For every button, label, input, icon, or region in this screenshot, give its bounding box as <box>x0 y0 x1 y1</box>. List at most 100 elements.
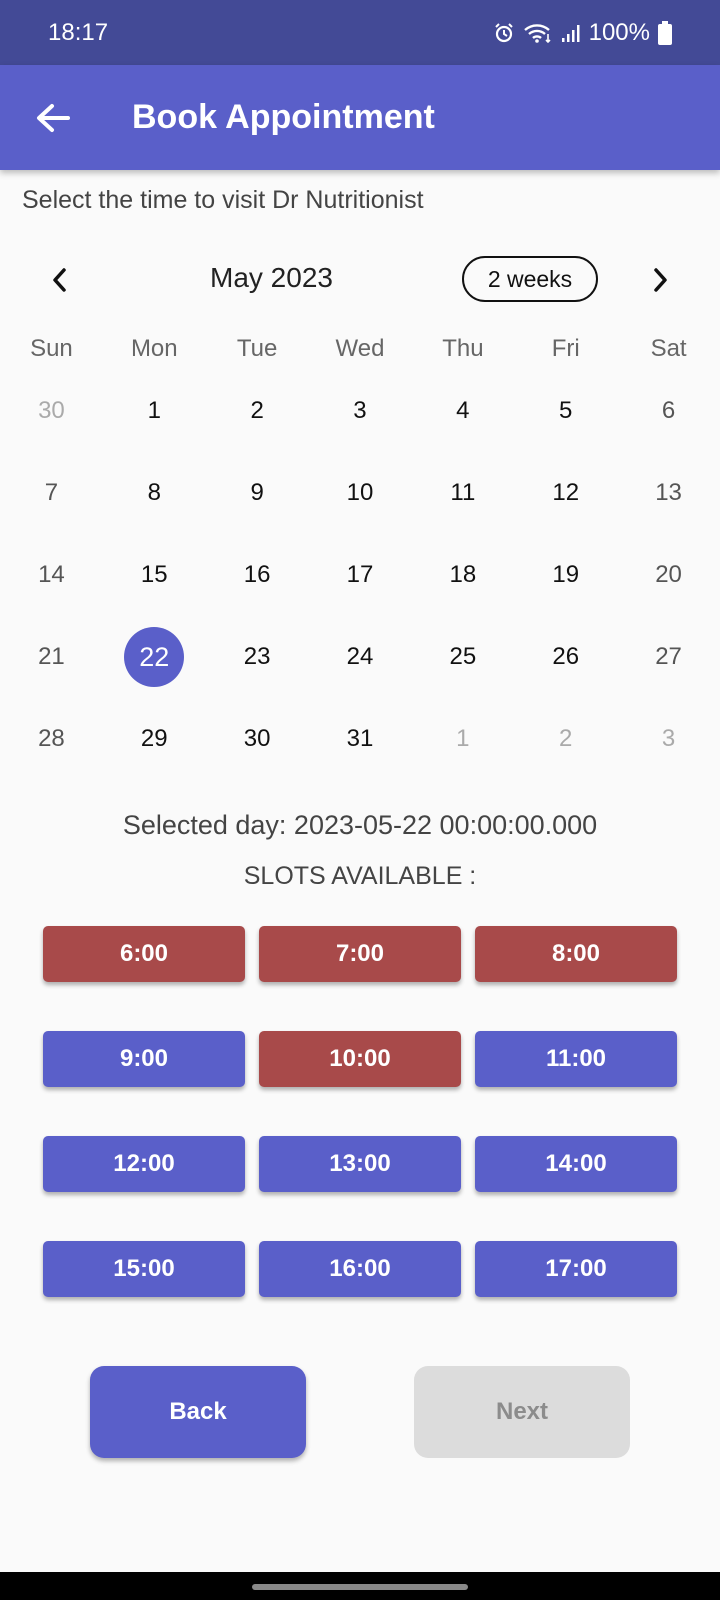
calendar-day[interactable]: 9 <box>206 452 309 534</box>
next-button[interactable]: Next <box>414 1366 630 1458</box>
calendar-day-number: 30 <box>243 725 271 752</box>
calendar-day-number: 21 <box>38 643 65 670</box>
calendar-day[interactable]: 26 <box>514 616 617 698</box>
time-slot-button[interactable]: 6:00 <box>43 926 245 982</box>
weekday-label: Fri <box>551 335 580 362</box>
calendar-day[interactable]: 30 <box>206 698 309 780</box>
selected-day-label: Selected day: 2023-05-22 00:00:00.000 <box>122 810 598 840</box>
time-slot-grid: 6:00 7:00 8:00 9:00 10:00 11:00 12:00 13:00 14:0… <box>43 926 677 1297</box>
calendar-day-number: 22 <box>124 627 185 687</box>
calendar-day-number: 13 <box>655 479 682 506</box>
calendar-day-number: 28 <box>38 725 65 752</box>
calendar-day[interactable]: 10 <box>309 452 412 534</box>
calendar-day[interactable]: 24 <box>309 616 412 698</box>
weekday-label: Tue <box>236 335 278 362</box>
status-bar: 18:17 100% <box>0 0 720 65</box>
calendar-day-number: 7 <box>44 479 59 506</box>
signal-icon <box>561 23 581 43</box>
calendar-day-number: 18 <box>449 561 477 588</box>
calendar-day-number: 29 <box>140 725 168 752</box>
slots-title: SLOTS AVAILABLE : <box>243 862 477 890</box>
calendar-day[interactable]: 15 <box>103 534 206 616</box>
calendar-day-number: 10 <box>346 479 374 506</box>
calendar-day[interactable]: 12 <box>514 452 617 534</box>
calendar-day[interactable]: 25 <box>411 616 514 698</box>
calendar-day[interactable]: 2 <box>206 370 309 452</box>
calendar-day[interactable]: 3 <box>617 698 720 780</box>
time-slot-button[interactable]: 12:00 <box>43 1136 245 1192</box>
weekday-label: Thu <box>442 335 484 362</box>
calendar-day[interactable]: 18 <box>411 534 514 616</box>
calendar-day[interactable]: 7 <box>0 452 103 534</box>
calendar-day[interactable]: 11 <box>411 452 514 534</box>
calendar-day-number: 30 <box>38 397 65 424</box>
subtitle: Select the time to visit Dr Nutritionist <box>22 186 424 214</box>
calendar-day[interactable]: 8 <box>103 452 206 534</box>
calendar-day-number: 12 <box>552 479 580 506</box>
calendar-day[interactable]: 21 <box>0 616 103 698</box>
weekday-label: Sun <box>30 335 73 362</box>
calendar-day[interactable]: 13 <box>617 452 720 534</box>
calendar-day-selected[interactable]: 22 <box>103 616 206 698</box>
time-slot-button[interactable]: 17:00 <box>475 1241 677 1297</box>
calendar-day[interactable]: 31 <box>309 698 412 780</box>
back-button[interactable]: Back <box>90 1366 306 1458</box>
calendar-day-number: 15 <box>140 561 168 588</box>
calendar-day[interactable]: 1 <box>411 698 514 780</box>
calendar-grid: 30 1 2 3 4 5 6 7 8 9 10 11 12 13 14 15 16 17 18 19 20 21 22 23 2… <box>0 370 720 780</box>
back-arrow-icon[interactable] <box>33 98 73 138</box>
calendar-day[interactable]: 19 <box>514 534 617 616</box>
chevron-left-icon[interactable] <box>40 260 80 300</box>
time-slot-button[interactable]: 16:00 <box>259 1241 461 1297</box>
calendar-day[interactable]: 3 <box>309 370 412 452</box>
calendar-day-number: 23 <box>243 643 271 670</box>
calendar-day-number: 31 <box>346 725 374 752</box>
calendar-day-number: 5 <box>559 397 573 424</box>
calendar-day-number: 2 <box>559 725 573 752</box>
calendar-day-number: 20 <box>655 561 682 588</box>
time-slot-button[interactable]: 7:00 <box>259 926 461 982</box>
calendar-day[interactable]: 6 <box>617 370 720 452</box>
time-slot-button[interactable]: 8:00 <box>475 926 677 982</box>
time-slot-button[interactable]: 9:00 <box>43 1031 245 1087</box>
calendar-day[interactable]: 5 <box>514 370 617 452</box>
calendar-day[interactable]: 27 <box>617 616 720 698</box>
system-nav-bar <box>0 1572 720 1600</box>
time-slot-button[interactable]: 15:00 <box>43 1241 245 1297</box>
time-slot-button[interactable]: 10:00 <box>259 1031 461 1087</box>
alarm-icon <box>493 22 515 44</box>
calendar-day-number: 2 <box>250 397 264 424</box>
calendar-day-number: 24 <box>346 643 374 670</box>
battery-percent: 100% <box>588 18 650 46</box>
calendar-day[interactable]: 23 <box>206 616 309 698</box>
calendar-day[interactable]: 17 <box>309 534 412 616</box>
calendar-day[interactable]: 4 <box>411 370 514 452</box>
calendar-day[interactable]: 30 <box>0 370 103 452</box>
chevron-right-icon[interactable] <box>640 260 680 300</box>
calendar-day[interactable]: 29 <box>103 698 206 780</box>
calendar-day[interactable]: 1 <box>103 370 206 452</box>
time-slot-button[interactable]: 13:00 <box>259 1136 461 1192</box>
calendar-format-button[interactable]: 2 weeks <box>462 256 598 302</box>
page-title: Book Appointment <box>132 98 435 136</box>
time-slot-button[interactable]: 14:00 <box>475 1136 677 1192</box>
calendar-header: May 2023 2 weeks <box>0 250 720 310</box>
time-slot-button[interactable]: 11:00 <box>475 1031 677 1087</box>
month-title: May 2023 <box>210 262 333 293</box>
calendar-day-number: 25 <box>449 643 477 670</box>
calendar-day-number: 19 <box>552 561 580 588</box>
weekday-label: Mon <box>130 335 178 362</box>
calendar-day[interactable]: 16 <box>206 534 309 616</box>
wifi-icon <box>523 22 553 44</box>
calendar-day-number: 8 <box>147 479 161 506</box>
calendar-day[interactable]: 28 <box>0 698 103 780</box>
status-time: 18:17 <box>48 18 109 46</box>
home-indicator[interactable] <box>252 1584 468 1590</box>
calendar-day[interactable]: 14 <box>0 534 103 616</box>
calendar-day-number: 17 <box>346 561 374 588</box>
battery-icon <box>658 20 672 45</box>
calendar-day-number: 16 <box>243 561 271 588</box>
calendar-day[interactable]: 20 <box>617 534 720 616</box>
calendar-day[interactable]: 2 <box>514 698 617 780</box>
app-bar: Book Appointment <box>0 65 720 170</box>
